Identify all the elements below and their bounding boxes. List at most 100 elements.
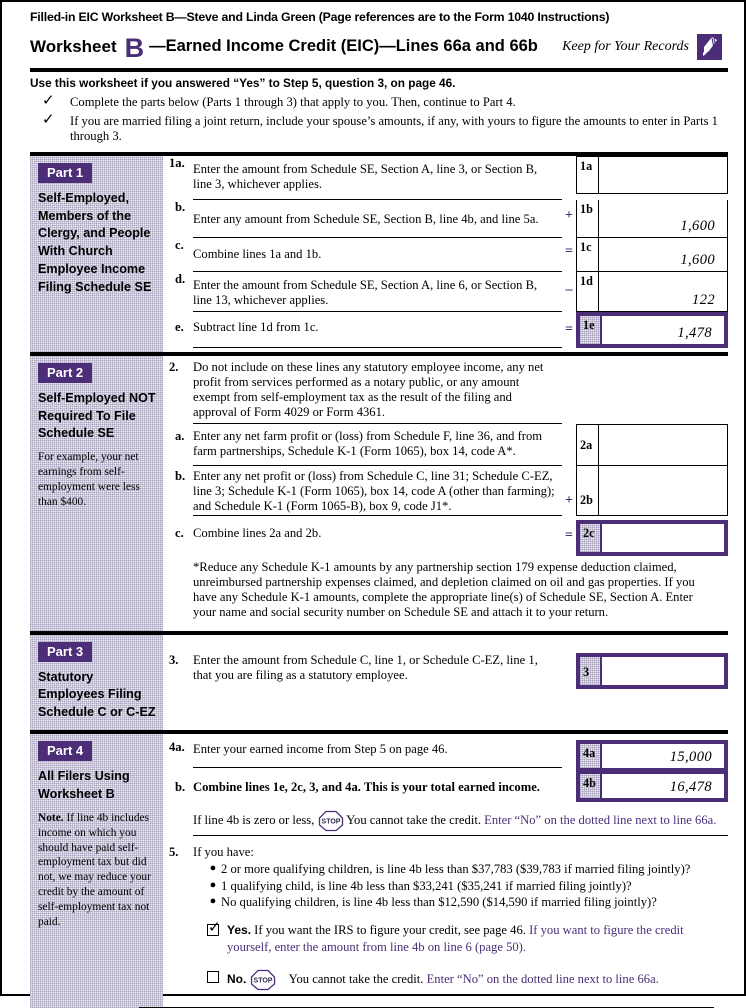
line-1c-label: 1c: [577, 237, 599, 271]
bullet-text: No qualifying children, is line 4b less …: [221, 895, 657, 910]
line-1d-operator: –: [565, 281, 573, 297]
line-1c-value[interactable]: 1,600: [599, 238, 727, 271]
line-2a-number: a.: [175, 429, 185, 444]
line-1b-label: 1b: [577, 199, 599, 237]
line-1a-amount-cell: 1a: [576, 155, 728, 194]
line-2b-label: 2b: [577, 466, 599, 516]
amount-box-highlighted[interactable]: 4a 15,000: [576, 740, 728, 773]
instruction-text: If you are married filing a joint return…: [70, 114, 718, 143]
line-4a-amount-cell: 4a 15,000: [576, 740, 728, 773]
line-5-bullets: ● 2 or more qualifying children, is line…: [163, 860, 728, 910]
amount-box[interactable]: 1d 122: [576, 271, 728, 312]
worksheet-title-row: Worksheet B —Earned Income Credit (EIC)—…: [12, 24, 734, 68]
part-2-section: Part 2 Self-Employed NOT Required To Fil…: [30, 351, 728, 631]
yes-text: If you want the IRS to figure your credi…: [251, 923, 526, 938]
line-1a-text: Enter the amount from Schedule SE, Secti…: [193, 156, 562, 200]
answer-no-row[interactable]: No. STOP You cannot take the credit. Ent…: [163, 955, 728, 991]
line-1d-amount-cell: 1d 122: [576, 271, 728, 312]
keep-for-records: Keep for Your Records: [562, 33, 726, 60]
line-1d-value[interactable]: 122: [599, 272, 727, 311]
line-2a-label: 2a: [577, 425, 599, 466]
amount-box-highlighted[interactable]: 3: [576, 652, 728, 689]
line-3-text: Enter the amount from Schedule C, line 1…: [193, 652, 538, 682]
check-mark-icon: ✓: [208, 920, 221, 937]
line-1c-text: Combine lines 1a and 1b.: [193, 238, 562, 272]
line-1d-text: Enter the amount from Schedule SE, Secti…: [193, 272, 562, 312]
line-2-number: 2.: [169, 359, 179, 374]
no-link: Enter “No” on the dotted line next to li…: [423, 972, 659, 987]
line-1a-label: 1a: [577, 156, 599, 193]
part-2-sidebar-note: For example, your net earnings from self…: [38, 451, 140, 508]
list-item: ✓ Complete the parts below (Parts 1 thro…: [42, 93, 734, 110]
worksheet-page: Filled-in EIC Worksheet B—Steve and Lind…: [0, 0, 746, 1008]
stop-sign-icon: STOP: [318, 810, 344, 832]
line-2-text: Do not include on these lines any statut…: [193, 360, 562, 425]
worksheet-letter: B: [124, 33, 145, 63]
line-2c-text: Combine lines 2a and 2b.: [193, 526, 322, 541]
line-1b-value[interactable]: 1,600: [599, 200, 727, 237]
part-1-badge: Part 1: [38, 162, 93, 183]
amount-box[interactable]: 2b: [576, 466, 728, 517]
pen-icon: [697, 33, 722, 60]
line-1d-label: 1d: [577, 271, 599, 311]
line-5-number: 5.: [169, 845, 179, 860]
part-1-body: 1a. Enter the amount from Schedule SE, S…: [163, 155, 728, 352]
bullet-icon: ●: [209, 878, 217, 891]
bullet-text: 2 or more qualifying children, is line 4…: [221, 862, 691, 877]
stop-warning-link: Enter “No” on the dotted line next to li…: [484, 813, 717, 828]
line-1c-operator: =: [565, 243, 573, 259]
line-1a-value[interactable]: [599, 157, 727, 193]
line-2c-operator: =: [565, 528, 573, 544]
line-4a-value[interactable]: 15,000: [602, 744, 724, 768]
line-3-amount-cell: 3: [576, 652, 728, 689]
line-2a-amount-cell: 2a: [576, 424, 728, 467]
no-checkbox[interactable]: [207, 971, 219, 984]
line-2b-value[interactable]: [599, 466, 727, 515]
part-1-section: Part 1 Self-Employed, Members of the Cle…: [30, 151, 728, 352]
bullet-icon: ●: [209, 895, 217, 908]
amount-box[interactable]: 2a: [576, 424, 728, 467]
part-3-badge: Part 3: [38, 641, 93, 662]
line-4b-number: b.: [175, 780, 186, 795]
line-2c-value[interactable]: [602, 524, 724, 552]
line-1e-value[interactable]: 1,478: [602, 316, 724, 344]
check-mark-icon: ✓: [42, 112, 55, 128]
line-3-label: 3: [580, 656, 602, 685]
part-4-heading: All Filers Using Worksheet B: [38, 769, 130, 802]
answer-yes-row[interactable]: ✓ Yes. If you want the IRS to figure you…: [163, 911, 728, 955]
line-1e-amount-cell: 1e 1,478: [576, 311, 728, 348]
amount-box[interactable]: 1a: [576, 155, 728, 194]
amount-box[interactable]: 1b 1,600: [576, 199, 728, 238]
instruction-checklist: ✓ Complete the parts below (Parts 1 thro…: [12, 93, 734, 152]
line-2c-amount-cell: 2c: [576, 520, 728, 557]
worksheet-subtitle: —Earned Income Credit (EIC)—Lines 66a an…: [149, 37, 538, 55]
worksheet-word: Worksheet: [30, 36, 117, 56]
line-2a-value[interactable]: [599, 425, 727, 465]
check-mark-icon: ✓: [42, 93, 55, 109]
line-2c-label: 2c: [580, 524, 602, 553]
part-4-section: Part 4 All Filers Using Worksheet B Note…: [30, 730, 728, 1008]
stop-sign-icon: STOP: [250, 969, 276, 991]
line-3-value[interactable]: [602, 657, 724, 685]
amount-box-highlighted[interactable]: 2c: [576, 520, 728, 557]
part-1-heading: Self-Employed, Members of the Clergy, an…: [38, 190, 152, 295]
amount-box-highlighted[interactable]: 4b 16,478: [576, 770, 728, 803]
part-2-sidebar: Part 2 Self-Employed NOT Required To Fil…: [30, 356, 163, 631]
part-2-body: 2. Do not include on these lines any sta…: [163, 356, 728, 631]
yes-checkbox[interactable]: ✓: [207, 920, 221, 937]
no-label: No.: [227, 972, 247, 987]
part-4-sidebar-note: Note. If line 4b includes income on whic…: [38, 811, 157, 930]
keep-for-records-label: Keep for Your Records: [562, 38, 689, 54]
line-2a-text: Enter any net farm profit or (loss) from…: [193, 424, 562, 467]
line-1e-operator: =: [565, 321, 573, 337]
svg-text:STOP: STOP: [321, 819, 340, 826]
line-1b-number: b.: [175, 199, 186, 214]
line-4b-value[interactable]: 16,478: [602, 774, 724, 798]
part-3-section: Part 3 Statutory Employees Filing Schedu…: [30, 630, 728, 731]
amount-box[interactable]: 1c 1,600: [576, 237, 728, 272]
amount-box-highlighted[interactable]: 1e 1,478: [576, 311, 728, 348]
note-text: If line 4b includes income on which you …: [38, 811, 151, 928]
line-2b-amount-cell: 2b: [576, 466, 728, 517]
line-4a-number: 4a.: [169, 740, 185, 755]
stop-warning-pre: If line 4b is zero or less,: [193, 813, 315, 828]
